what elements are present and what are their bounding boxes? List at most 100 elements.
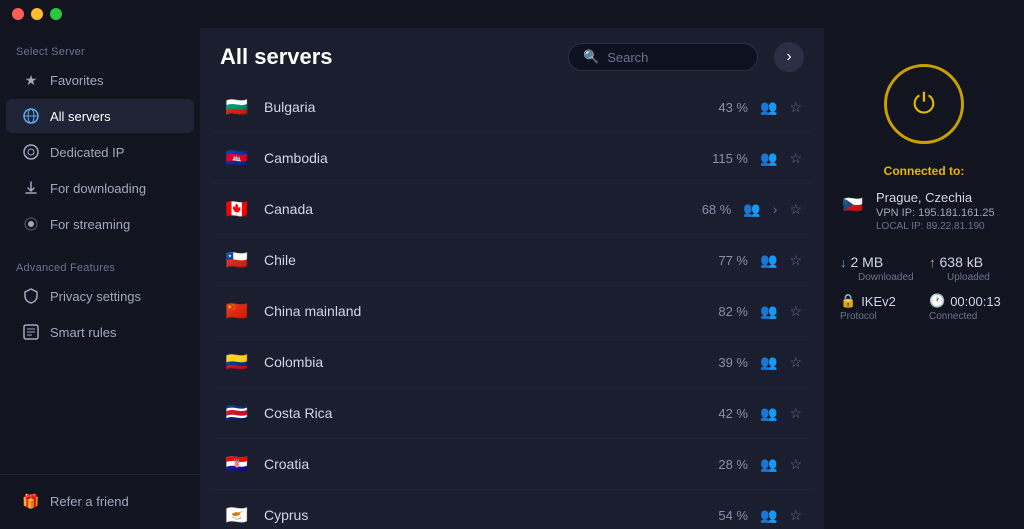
server-load: 77 % (693, 253, 748, 268)
server-name: Colombia (264, 354, 681, 370)
table-row[interactable]: 🇨🇾 Cyprus 54 % 👥 ☆ (210, 490, 814, 529)
star-button[interactable]: ☆ (789, 303, 802, 320)
server-load: 28 % (693, 457, 748, 472)
minimize-button[interactable] (31, 8, 43, 20)
sidebar-item-label: Favorites (50, 73, 103, 88)
table-row[interactable]: 🇨🇴 Colombia 39 % 👥 ☆ (210, 337, 814, 388)
star-button[interactable]: ☆ (789, 405, 802, 422)
server-flag: 🇭🇷 (222, 449, 252, 479)
server-list: 🇧🇬 Bulgaria 43 % 👥 ☆ 🇰🇭 Cambodia 115 % 👥… (200, 82, 824, 529)
server-name: Chile (264, 252, 681, 268)
close-button[interactable] (12, 8, 24, 20)
table-row[interactable]: 🇭🇷 Croatia 28 % 👥 ☆ (210, 439, 814, 490)
clock-icon: 🕐 (929, 293, 945, 309)
power-icon: ⏻ (913, 88, 935, 121)
sidebar-item-all-servers[interactable]: All servers (6, 99, 194, 133)
sidebar-section-label: Select Server (0, 38, 200, 62)
upload-value: 638 kB (940, 254, 984, 270)
upload-arrow-icon: ↑ (929, 255, 936, 270)
sidebar-item-refer[interactable]: 🎁 Refer a friend (6, 484, 194, 518)
server-load: 68 % (676, 202, 731, 217)
sidebar-item-downloading[interactable]: For downloading (6, 171, 194, 205)
protocol-label: Protocol (840, 311, 919, 322)
maximize-button[interactable] (50, 8, 62, 20)
protocol-value: IKEv2 (861, 294, 896, 309)
star-button[interactable]: ☆ (789, 201, 802, 218)
server-flag: 🇨🇳 (222, 296, 252, 326)
titlebar (0, 0, 1024, 28)
server-load: 54 % (693, 508, 748, 523)
server-flag: 🇨🇱 (222, 245, 252, 275)
download-value: 2 MB (851, 254, 884, 270)
server-load: 39 % (693, 355, 748, 370)
star-button[interactable]: ☆ (789, 456, 802, 473)
download-stat: ↓ 2 MB Downloaded (840, 254, 919, 283)
table-row[interactable]: 🇨🇱 Chile 77 % 👥 ☆ (210, 235, 814, 286)
users-icon: 👥 (760, 150, 777, 167)
connected-info: 🇨🇿 Prague, Czechia VPN IP: 195.181.161.2… (840, 190, 1008, 232)
server-name: Costa Rica (264, 405, 681, 421)
expand-icon[interactable]: › (773, 201, 778, 217)
server-load: 43 % (693, 100, 748, 115)
star-button[interactable]: ☆ (789, 507, 802, 524)
download-icon (22, 179, 40, 197)
gift-icon: 🎁 (22, 492, 40, 510)
right-panel: ⏻ Connected to: 🇨🇿 Prague, Czechia VPN I… (824, 28, 1024, 529)
connected-local-ip: LOCAL IP: 89.22.81.190 (876, 221, 995, 232)
connected-details: Prague, Czechia VPN IP: 195.181.161.25 L… (876, 190, 995, 232)
sidebar-item-smart-rules[interactable]: Smart rules (6, 315, 194, 349)
duration-stat: 🕐 00:00:13 Connected (929, 293, 1008, 322)
sidebar-item-favorites[interactable]: ★ Favorites (6, 63, 194, 97)
sidebar-item-label: Dedicated IP (50, 145, 124, 160)
table-row[interactable]: 🇧🇬 Bulgaria 43 % 👥 ☆ (210, 82, 814, 133)
dedicated-ip-icon (22, 143, 40, 161)
advanced-section-label: Advanced Features (0, 254, 200, 278)
star-button[interactable]: ☆ (789, 150, 802, 167)
search-input[interactable] (607, 50, 747, 65)
main-content: All servers 🔍 › 🇧🇬 Bulgaria 43 % 👥 ☆ 🇰🇭 … (200, 28, 824, 529)
nav-arrow-button[interactable]: › (774, 42, 804, 72)
sidebar-item-dedicated-ip[interactable]: Dedicated IP (6, 135, 194, 169)
search-icon: 🔍 (583, 49, 599, 65)
search-box[interactable]: 🔍 (568, 43, 758, 71)
server-name: Canada (264, 201, 664, 217)
stats-grid: ↓ 2 MB Downloaded ↑ 638 kB Uploaded 🔒 IK… (840, 254, 1008, 322)
power-button-container: ⏻ (884, 64, 964, 144)
connected-flag: 🇨🇿 (840, 192, 866, 218)
streaming-icon (22, 215, 40, 233)
table-row[interactable]: 🇰🇭 Cambodia 115 % 👥 ☆ (210, 133, 814, 184)
users-icon: 👥 (760, 405, 777, 422)
server-name: Bulgaria (264, 99, 681, 115)
protocol-stat: 🔒 IKEv2 Protocol (840, 293, 919, 322)
server-flag: 🇨🇷 (222, 398, 252, 428)
table-row[interactable]: 🇨🇳 China mainland 82 % 👥 ☆ (210, 286, 814, 337)
star-button[interactable]: ☆ (789, 354, 802, 371)
users-icon: 👥 (743, 201, 760, 218)
users-icon: 👥 (760, 99, 777, 116)
server-flag: 🇧🇬 (222, 92, 252, 122)
page-title: All servers (220, 44, 552, 70)
connected-city: Prague, Czechia (876, 190, 995, 205)
server-name: Cyprus (264, 507, 681, 523)
star-button[interactable]: ☆ (789, 252, 802, 269)
sidebar-item-streaming[interactable]: For streaming (6, 207, 194, 241)
server-flag: 🇨🇾 (222, 500, 252, 529)
star-button[interactable]: ☆ (789, 99, 802, 116)
duration-label: Connected (929, 311, 1008, 322)
server-load: 115 % (693, 151, 748, 166)
users-icon: 👥 (760, 456, 777, 473)
server-flag: 🇨🇦 (222, 194, 252, 224)
sidebar-item-label: For streaming (50, 217, 130, 232)
table-row[interactable]: 🇨🇦 Canada 68 % 👥 › ☆ (210, 184, 814, 235)
globe-icon (22, 107, 40, 125)
users-icon: 👥 (760, 252, 777, 269)
server-name: Cambodia (264, 150, 681, 166)
sidebar: Select Server ★ Favorites All servers De… (0, 28, 200, 529)
sidebar-bottom: 🎁 Refer a friend (0, 474, 200, 519)
connected-vpn-ip: VPN IP: 195.181.161.25 (876, 207, 995, 219)
table-row[interactable]: 🇨🇷 Costa Rica 42 % 👥 ☆ (210, 388, 814, 439)
server-flag: 🇰🇭 (222, 143, 252, 173)
server-name: Croatia (264, 456, 681, 472)
power-button[interactable]: ⏻ (884, 64, 964, 144)
sidebar-item-privacy[interactable]: Privacy settings (6, 279, 194, 313)
